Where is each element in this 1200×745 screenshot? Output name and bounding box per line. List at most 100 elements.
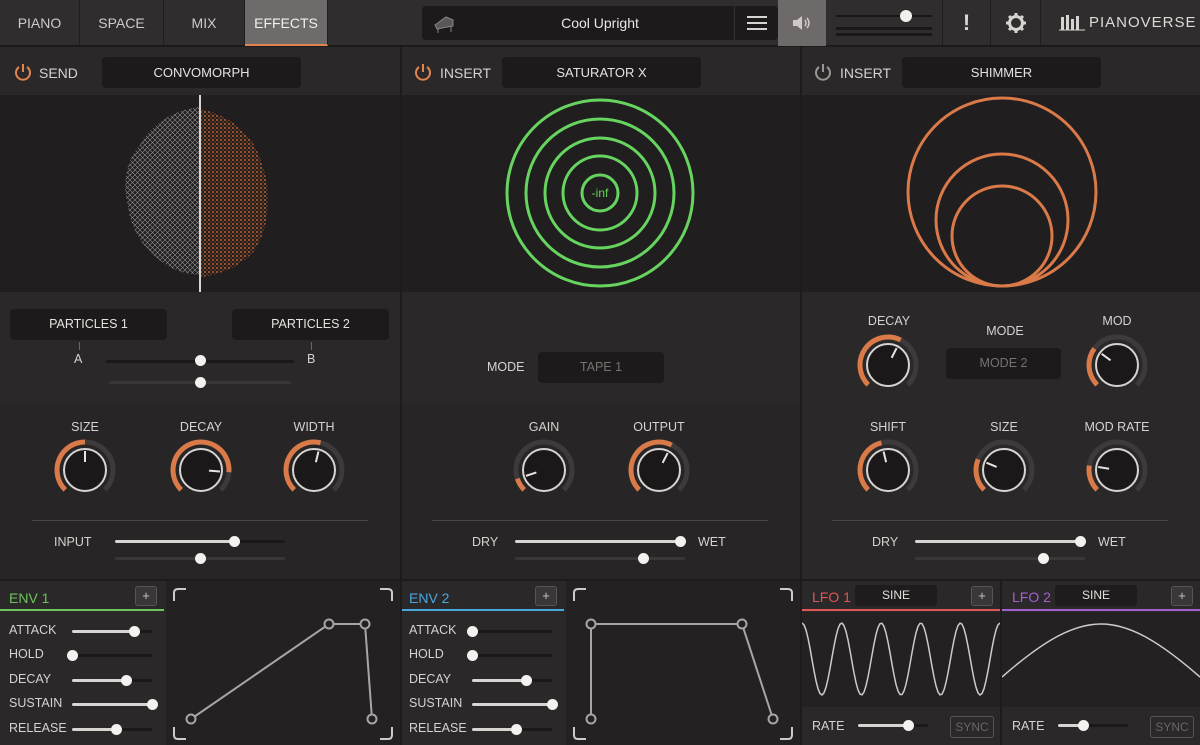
lfo2-shape-selector[interactable]: SINE: [1055, 585, 1137, 606]
env1-decay-label: DECAY: [9, 672, 52, 686]
lfo1-add-button[interactable]: +: [971, 586, 993, 606]
top-bar: PIANO SPACE MIX EFFECTS Cool Upright ! P…: [0, 0, 1200, 46]
shimmer-decay-knob[interactable]: [853, 330, 923, 400]
particles-a-selector[interactable]: PARTICLES 1: [10, 309, 167, 340]
lfo1-sine-visual: [801, 622, 1001, 697]
insert2-drywet-thumb[interactable]: [1075, 536, 1086, 547]
shift-knob[interactable]: [853, 435, 923, 505]
output-knob-label: OUTPUT: [633, 420, 685, 434]
tab-piano[interactable]: PIANO: [0, 0, 80, 46]
tab-effects[interactable]: EFFECTS: [245, 0, 328, 46]
tab-space[interactable]: SPACE: [80, 0, 164, 46]
env2-hold-thumb[interactable]: [467, 650, 478, 661]
brand-name: PIANOVERSE: [1089, 14, 1197, 31]
morph-slider-thumb[interactable]: [195, 355, 206, 366]
piano-thumbnail-icon: [434, 16, 454, 33]
particle-cloud-visual: [125, 95, 269, 292]
volume-slider-thumb[interactable]: [900, 10, 913, 22]
settings-button[interactable]: [990, 0, 1040, 46]
mod-rate-knob[interactable]: [1082, 435, 1152, 505]
knob-icon: [1086, 334, 1148, 387]
decay-knob[interactable]: [166, 435, 236, 505]
morph-b-label: B: [307, 352, 316, 366]
env2-hold-slider[interactable]: [472, 654, 552, 657]
insert2-power-icon[interactable]: [813, 62, 833, 82]
size-knob-label: SIZE: [71, 420, 99, 434]
output-knob[interactable]: [624, 435, 694, 505]
env2-title: ENV 2: [409, 590, 450, 606]
input-slider-fill: [115, 540, 234, 543]
lfo1-sync-button[interactable]: SYNC: [950, 716, 994, 738]
env1-hold-slider[interactable]: [72, 654, 152, 657]
input-slider-thumb[interactable]: [229, 536, 240, 547]
env2-graph: [566, 581, 800, 745]
insert1-controls: [402, 403, 800, 579]
insert1-effect-selector[interactable]: SATURATOR X: [502, 57, 701, 88]
size-knob[interactable]: [50, 435, 120, 505]
insert1-drywet-thumb[interactable]: [675, 536, 686, 547]
env2-attack-slider[interactable]: [472, 630, 552, 633]
insert1-secondary-thumb[interactable]: [637, 553, 649, 564]
insert1-mode-selector[interactable]: TAPE 1: [538, 352, 664, 383]
input-secondary-thumb[interactable]: [195, 553, 206, 564]
shimmer-mod-knob[interactable]: [1082, 330, 1152, 400]
lfo2-wave-display: [1001, 612, 1200, 707]
insert1-power-icon[interactable]: [413, 62, 433, 82]
shimmer-size-knob[interactable]: [969, 435, 1039, 505]
insert1-secondary-slider[interactable]: [515, 557, 685, 560]
particles-b-selector[interactable]: PARTICLES 2: [232, 309, 389, 340]
insert2-secondary-slider[interactable]: [915, 557, 1085, 560]
env1-curve-visual: [173, 588, 393, 740]
lfo1-rate-label: RATE: [812, 719, 845, 733]
send-power-icon[interactable]: [13, 62, 33, 82]
preset-selector[interactable]: Cool Upright: [422, 6, 778, 40]
lfo2-rate-thumb[interactable]: [1077, 720, 1089, 731]
lfo1-title: LFO 1: [812, 589, 851, 605]
meter-left: [836, 27, 932, 30]
shimmer-decay-label: DECAY: [867, 314, 911, 328]
env2-release-thumb[interactable]: [511, 724, 522, 735]
decay-knob-label: DECAY: [179, 420, 223, 434]
env2-add-button[interactable]: +: [535, 586, 557, 606]
env1-release-thumb[interactable]: [111, 724, 122, 735]
env1-add-button[interactable]: +: [135, 586, 157, 606]
env2-sustain-thumb[interactable]: [547, 699, 558, 710]
env2-curve-visual: [573, 588, 793, 740]
lfo2-add-button[interactable]: +: [1171, 586, 1193, 606]
env1-hold-thumb[interactable]: [67, 650, 78, 661]
menu-button[interactable]: [734, 6, 778, 40]
width-knob[interactable]: [279, 435, 349, 505]
pianoverse-logo-icon: [1059, 15, 1085, 31]
send-label: SEND: [39, 65, 78, 81]
alert-button[interactable]: !: [942, 0, 990, 46]
env2-attack-thumb[interactable]: [467, 626, 478, 637]
insert2-label: INSERT: [840, 65, 892, 81]
send-effect-selector[interactable]: CONVOMORPH: [102, 57, 301, 88]
insert1-label: INSERT: [440, 65, 492, 81]
hamburger-icon: [747, 16, 767, 18]
width-knob-label: WIDTH: [293, 420, 335, 434]
tab-mix[interactable]: MIX: [164, 0, 245, 46]
env1-sustain-label: SUSTAIN: [9, 696, 63, 710]
saturator-readout: -inf: [591, 186, 609, 200]
insert2-effect-selector[interactable]: SHIMMER: [902, 57, 1101, 88]
knob-icon: [1086, 439, 1148, 492]
env1-sustain-thumb[interactable]: [147, 699, 158, 710]
insert2-secondary-thumb[interactable]: [1037, 553, 1049, 564]
insert2-mode-selector[interactable]: MODE 2: [946, 348, 1061, 379]
env2-attack-label: ATTACK: [409, 623, 457, 637]
env2-hold-label: HOLD: [409, 647, 444, 661]
lfo2-sine-visual: [1001, 623, 1200, 678]
lfo2-sync-button[interactable]: SYNC: [1150, 716, 1194, 738]
morph-secondary-thumb[interactable]: [195, 377, 206, 388]
env1-release-label: RELEASE: [9, 721, 67, 735]
insert1-mode-label: MODE: [487, 360, 525, 374]
gain-knob[interactable]: [509, 435, 579, 505]
morph-a-label: A: [74, 352, 83, 366]
lfo2-title: LFO 2: [1012, 589, 1051, 605]
mute-button[interactable]: [778, 0, 826, 46]
knob-icon: [857, 439, 919, 492]
volume-slider[interactable]: [836, 15, 932, 17]
speaker-icon: [793, 16, 810, 30]
lfo1-shape-selector[interactable]: SINE: [855, 585, 937, 606]
